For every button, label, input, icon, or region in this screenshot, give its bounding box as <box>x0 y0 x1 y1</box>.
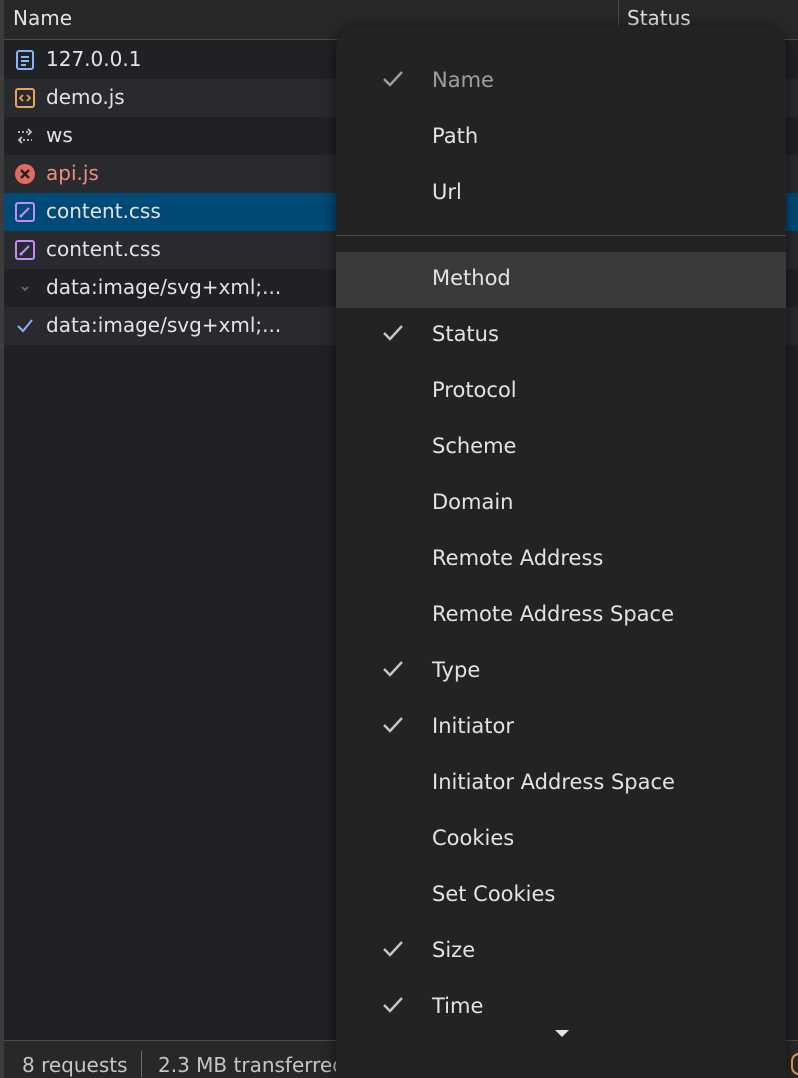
checkmark-icon <box>383 941 403 957</box>
menu-item-label: Scheme <box>432 434 517 458</box>
websocket-icon <box>17 128 33 144</box>
menu-item-type[interactable]: Type <box>336 644 786 700</box>
menu-item-status[interactable]: Status <box>336 308 786 364</box>
menu-separator <box>336 235 786 236</box>
request-name: api.js <box>46 161 99 185</box>
status-indicator-icon <box>791 1053 798 1075</box>
request-name: 127.0.0.1 <box>46 47 142 71</box>
menu-item-method[interactable]: Method <box>336 252 786 308</box>
request-name: data:image/svg+xml;... <box>46 313 282 337</box>
request-count: 8 requests <box>22 1053 128 1077</box>
checkmark-icon <box>17 319 33 333</box>
document-icon <box>16 50 34 70</box>
request-name: data:image/svg+xml;... <box>46 275 282 299</box>
status-divider <box>141 1051 142 1077</box>
menu-item-set-cookies[interactable]: Set Cookies <box>336 868 786 924</box>
request-name: content.css <box>46 199 161 223</box>
menu-item-label: Cookies <box>432 826 515 850</box>
menu-item-cookies[interactable]: Cookies <box>336 812 786 868</box>
stylesheet-icon <box>15 240 35 260</box>
column-context-menu: Name Path Url Method Status Protocol Sch… <box>336 26 786 1078</box>
menu-scroll-fade <box>336 1014 786 1024</box>
menu-item-label: Initiator Address Space <box>432 770 675 794</box>
menu-item-label: Remote Address Space <box>432 602 675 626</box>
transferred-size: 2.3 MB transferred <box>158 1053 345 1077</box>
menu-item-protocol[interactable]: Protocol <box>336 364 786 420</box>
menu-item-label: Set Cookies <box>432 882 556 906</box>
menu-item-label: Type <box>432 658 481 682</box>
checkmark-icon <box>383 71 403 87</box>
menu-item-path[interactable]: Path <box>336 110 786 166</box>
checkmark-icon <box>383 325 403 341</box>
checkmark-icon <box>383 661 403 677</box>
request-name: content.css <box>46 237 161 261</box>
menu-item-time[interactable]: Time <box>336 980 786 1036</box>
column-header-name[interactable]: Name <box>13 6 72 30</box>
chevron-down-icon <box>21 286 29 292</box>
error-icon <box>15 164 35 184</box>
menu-item-size[interactable]: Size <box>336 924 786 980</box>
menu-item-label: Protocol <box>432 378 517 402</box>
request-name: ws <box>46 123 73 147</box>
menu-item-label: Status <box>432 322 499 346</box>
menu-item-label: Domain <box>432 490 514 514</box>
stylesheet-icon <box>15 202 35 222</box>
menu-item-initiator[interactable]: Initiator <box>336 700 786 756</box>
scroll-down-arrow-icon[interactable] <box>555 1030 569 1037</box>
menu-item-url[interactable]: Url <box>336 166 786 222</box>
request-name: demo.js <box>46 85 125 109</box>
menu-item-label: Initiator <box>432 714 514 738</box>
menu-item-remote-address[interactable]: Remote Address <box>336 532 786 588</box>
script-icon <box>15 88 35 108</box>
menu-item-initiator-address-space[interactable]: Initiator Address Space <box>336 756 786 812</box>
menu-item-label: Path <box>432 124 479 148</box>
menu-item-scheme[interactable]: Scheme <box>336 420 786 476</box>
menu-item-label: Method <box>432 266 511 290</box>
menu-item-domain[interactable]: Domain <box>336 476 786 532</box>
menu-item-label: Name <box>432 68 494 92</box>
menu-item-label: Remote Address <box>432 546 604 570</box>
checkmark-icon <box>383 717 403 733</box>
menu-item-name: Name <box>336 54 786 110</box>
menu-item-remote-address-space[interactable]: Remote Address Space <box>336 588 786 644</box>
menu-item-label: Url <box>432 180 462 204</box>
menu-item-label: Size <box>432 938 476 962</box>
